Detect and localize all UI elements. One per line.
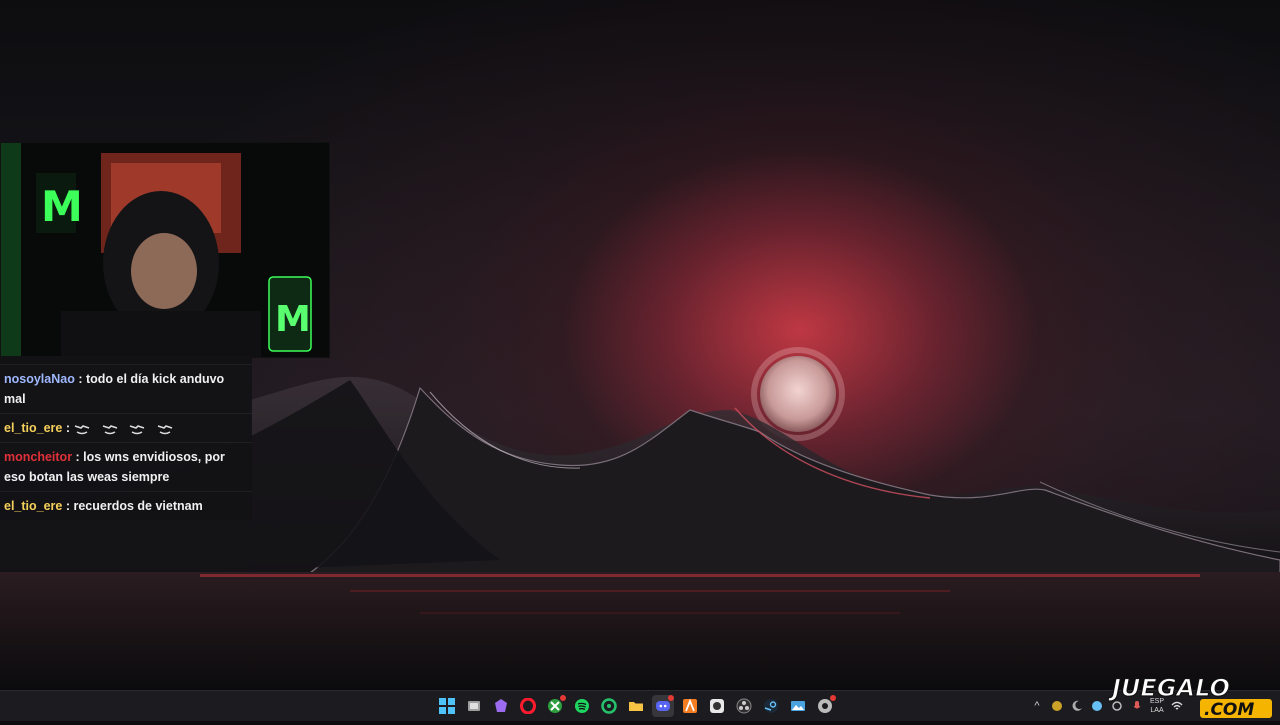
tray-moon-icon[interactable] [1070, 699, 1084, 713]
opera-icon[interactable] [517, 695, 539, 717]
chevron-up-icon[interactable]: ^ [1030, 699, 1044, 713]
tray-steam-icon[interactable] [1090, 699, 1104, 713]
discord-icon[interactable] [652, 695, 674, 717]
chat-message: moncheitor : los wns envidiosos, por eso… [0, 442, 252, 491]
webcam-overlay: M M [0, 142, 330, 358]
chat-username: moncheitor [4, 450, 73, 464]
watermark-top-text: JUEGALO [1108, 674, 1230, 702]
juegalo-watermark: JUEGALO .COM [1107, 672, 1278, 720]
chat-previous-message-cut [0, 356, 252, 364]
webcam-feed: M M [1, 143, 329, 357]
chat-message: el_tio_ere : [0, 413, 252, 442]
chat-message: el_tio_ere : recuerdos de vietnam [0, 491, 252, 520]
photos-icon[interactable] [787, 695, 809, 717]
stream-chat: nosoylaNao : todo el día kick anduvo mal… [0, 356, 252, 520]
streamer-face [131, 233, 197, 309]
monster-can-logo: M [275, 299, 311, 340]
browser-green-icon[interactable] [598, 695, 620, 717]
kick-a-icon[interactable] [679, 695, 701, 717]
taskbar-pinned-apps [436, 695, 836, 717]
emote-icon [157, 424, 173, 435]
emote-icon [75, 424, 90, 435]
spotify-icon[interactable] [571, 695, 593, 717]
emote-icon [102, 424, 118, 435]
steam-icon[interactable] [760, 695, 782, 717]
taskbar: ^ ESP LAA [0, 690, 1280, 721]
chat-username: el_tio_ere [4, 421, 63, 435]
moon-shape [760, 356, 836, 432]
chat-username: el_tio_ere [4, 499, 63, 513]
watermark-bottom-text: .COM [1204, 700, 1254, 720]
juegalo-logo: JUEGALO .COM [1107, 673, 1272, 720]
tray-app-icon[interactable] [1050, 699, 1064, 713]
chat-text: recuerdos de vietnam [73, 499, 203, 513]
chat-username: nosoylaNao [4, 372, 75, 386]
stream-app-icon[interactable] [490, 695, 512, 717]
emote-icon [130, 424, 145, 435]
chat-message: nosoylaNao : todo el día kick anduvo mal [0, 364, 252, 413]
folder-icon[interactable] [625, 695, 647, 717]
windows-start-icon[interactable] [436, 695, 458, 717]
monster-logo-left: M [41, 182, 83, 231]
xbox-icon[interactable] [544, 695, 566, 717]
chrome-dev-icon[interactable] [814, 695, 836, 717]
app-dark-icon[interactable] [706, 695, 728, 717]
file-manager-icon[interactable] [463, 695, 485, 717]
obs-icon[interactable] [733, 695, 755, 717]
